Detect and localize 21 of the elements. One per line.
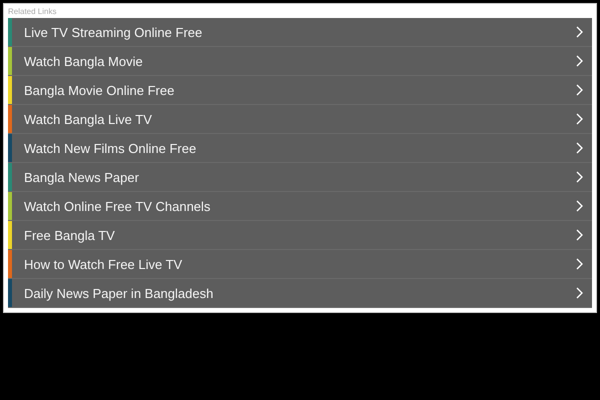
chevron-right-icon bbox=[576, 200, 583, 212]
chevron-right-icon bbox=[576, 26, 583, 38]
chevron-right-icon bbox=[576, 229, 583, 241]
link-row[interactable]: Watch Bangla Live TV bbox=[8, 105, 592, 134]
link-row[interactable]: Watch Bangla Movie bbox=[8, 47, 592, 76]
section-heading: Related Links bbox=[8, 6, 58, 18]
chevron-right-icon bbox=[576, 55, 583, 67]
link-row[interactable]: Watch Online Free TV Channels bbox=[8, 192, 592, 221]
chevron-right-icon bbox=[576, 171, 583, 183]
chevron-right-icon bbox=[576, 84, 583, 96]
chevron-right-icon bbox=[576, 113, 583, 125]
link-row[interactable]: Bangla News Paper bbox=[8, 163, 592, 192]
link-row[interactable]: Live TV Streaming Online Free bbox=[8, 18, 592, 47]
link-row[interactable]: Bangla Movie Online Free bbox=[8, 76, 592, 105]
link-row[interactable]: Watch New Films Online Free bbox=[8, 134, 592, 163]
chevron-right-icon bbox=[576, 142, 583, 154]
link-row[interactable]: Free Bangla TV bbox=[8, 221, 592, 250]
chevron-right-icon bbox=[576, 287, 583, 299]
link-row[interactable]: Daily News Paper in Bangladesh bbox=[8, 279, 592, 308]
link-row[interactable]: How to Watch Free Live TV bbox=[8, 250, 592, 279]
chevron-right-icon bbox=[576, 258, 583, 270]
